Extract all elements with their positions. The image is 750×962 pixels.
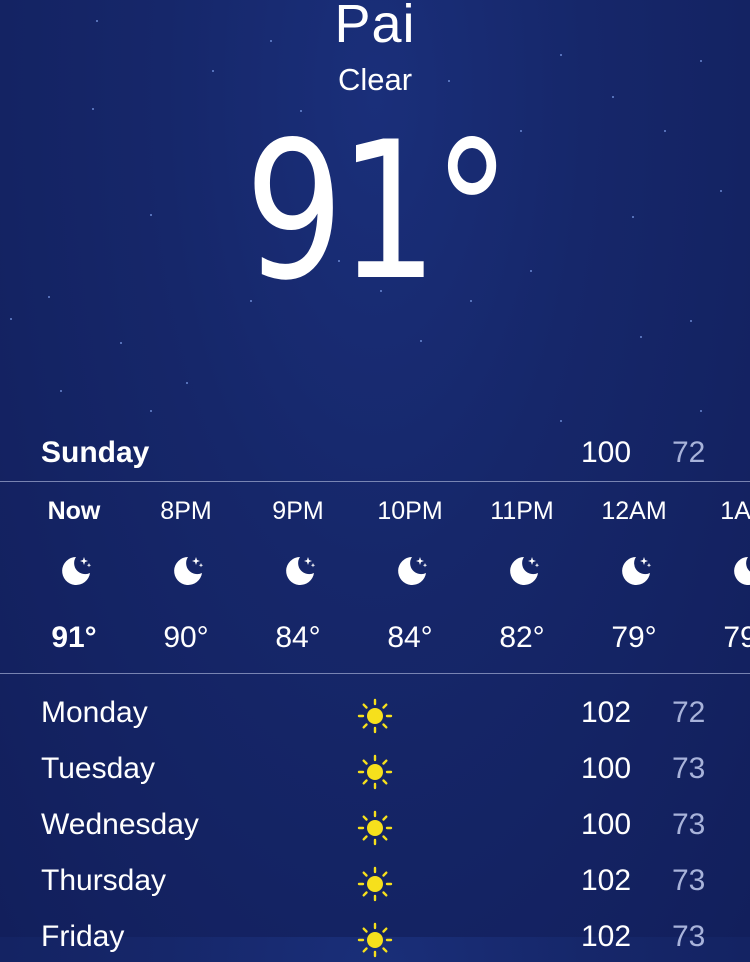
sun-icon <box>357 754 393 790</box>
star <box>92 108 94 110</box>
moon-stars-icon <box>734 557 750 585</box>
sun-icon <box>357 698 393 734</box>
moon-stars-icon <box>62 557 92 585</box>
daily-day: Thursday <box>41 864 167 897</box>
star <box>120 342 122 344</box>
hourly-temp: 79° <box>611 621 657 654</box>
hourly-item: Now 91° <box>18 483 130 673</box>
hourly-temp: 90° <box>163 621 209 654</box>
divider-bottom <box>0 673 750 674</box>
daily-low: 73 <box>672 752 706 785</box>
daily-high: 102 <box>581 696 632 729</box>
sun-icon <box>357 922 393 958</box>
hourly-temp: 91° <box>51 621 97 654</box>
hourly-temp: 79° <box>723 621 750 654</box>
daily-low: 73 <box>672 920 706 953</box>
hourly-item: 1AM 79° <box>690 483 750 673</box>
star <box>150 410 152 412</box>
daily-row: Monday 102 72 <box>0 682 750 738</box>
hourly-forecast[interactable]: Now 91° 8PM 90° 9PM 84° 10PM 84° 11PM 82… <box>0 483 750 673</box>
hourly-time: 1AM <box>720 497 750 525</box>
daily-row: Friday 102 73 <box>0 906 750 962</box>
sun-icon <box>357 866 393 902</box>
daily-high: 100 <box>581 752 632 785</box>
daily-row: Thursday 102 73 <box>0 850 750 906</box>
daily-day: Tuesday <box>41 752 155 785</box>
star <box>186 382 188 384</box>
hourly-item: 8PM 90° <box>130 483 242 673</box>
today-summary: Sunday 100 72 <box>0 434 750 478</box>
star <box>690 320 692 322</box>
star <box>560 54 562 56</box>
star <box>60 390 62 392</box>
daily-high: 102 <box>581 864 632 897</box>
star <box>420 340 422 342</box>
city-name: Pai <box>334 0 416 54</box>
hourly-time: 9PM <box>272 497 324 525</box>
today-day: Sunday <box>41 436 150 469</box>
daily-high: 102 <box>581 920 632 953</box>
daily-low: 72 <box>672 696 706 729</box>
moon-stars-icon <box>510 557 540 585</box>
hourly-time: 10PM <box>377 497 443 525</box>
hourly-time: Now <box>47 497 101 525</box>
current-temperature-value: 91° <box>244 101 510 322</box>
daily-high: 100 <box>581 808 632 841</box>
moon-stars-icon <box>286 557 316 585</box>
moon-stars-icon <box>174 557 204 585</box>
divider-top <box>0 481 750 482</box>
hourly-item: 12AM 79° <box>578 483 690 673</box>
current-condition: Clear <box>337 62 413 97</box>
daily-low: 73 <box>672 864 706 897</box>
star <box>10 318 12 320</box>
star <box>640 336 642 338</box>
star <box>560 420 562 422</box>
moon-stars-icon <box>398 557 428 585</box>
sun-icon <box>357 810 393 846</box>
moon-stars-icon <box>622 557 652 585</box>
star <box>700 410 702 412</box>
hourly-temp: 84° <box>275 621 321 654</box>
daily-low: 73 <box>672 808 706 841</box>
hourly-temp: 84° <box>387 621 433 654</box>
hourly-temp: 82° <box>499 621 545 654</box>
daily-row: Wednesday 100 73 <box>0 794 750 850</box>
daily-day: Monday <box>41 696 148 729</box>
today-low: 72 <box>672 436 706 469</box>
today-high: 100 <box>581 436 632 469</box>
daily-row: Tuesday 100 73 <box>0 738 750 794</box>
current-temperature: 91° <box>0 112 750 312</box>
hourly-item: 11PM 82° <box>466 483 578 673</box>
hourly-item: 9PM 84° <box>242 483 354 673</box>
hourly-time: 11PM <box>490 497 554 525</box>
hourly-time: 12AM <box>601 497 667 525</box>
daily-day: Wednesday <box>41 808 199 841</box>
hourly-item: 10PM 84° <box>354 483 466 673</box>
daily-day: Friday <box>41 920 125 953</box>
hourly-time: 8PM <box>160 497 212 525</box>
